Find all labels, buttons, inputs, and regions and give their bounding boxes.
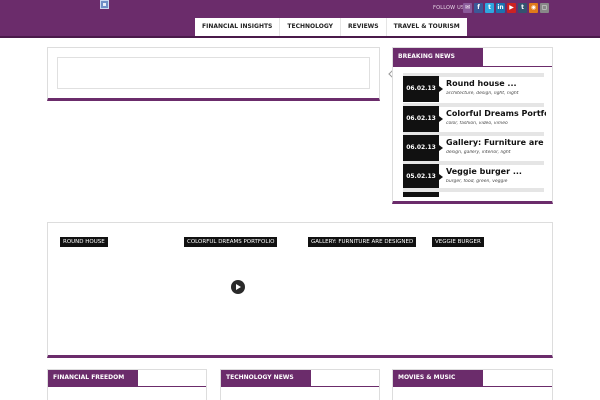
breaking-news-title: BREAKING NEWS	[393, 48, 483, 66]
news-headline[interactable]: Veggie burger ...	[446, 167, 546, 176]
gallery-label-furniture[interactable]: GALLERY: FURNITURE ARE DESIGNED	[308, 237, 417, 247]
play-icon[interactable]	[231, 280, 245, 294]
news-tags[interactable]: architecture, design, light, night	[446, 91, 546, 96]
logo-icon[interactable]	[100, 0, 109, 9]
category-title-underline	[393, 386, 552, 387]
news-tags[interactable]: design, gallery, interior, light	[446, 150, 546, 155]
twitter-icon[interactable]: t	[485, 3, 494, 13]
main-nav: FINANCIAL INSIGHTS TECHNOLOGY REVIEWS TR…	[195, 18, 467, 36]
news-date: 06.02.13	[403, 106, 443, 132]
news-headline[interactable]: Colorful Dreams Portfo	[446, 109, 546, 118]
news-tags[interactable]: burger, food, green, veggie	[446, 179, 546, 184]
featured-gallery: ROUND HOUSE COLORFUL DREAMS PORTFOLIO GA…	[47, 222, 553, 358]
featured-slider	[47, 47, 420, 101]
news-item[interactable]: 06.02.13 Gallery: Furniture are design, …	[403, 132, 546, 161]
category-movies-music: MOVIES & MUSIC	[392, 369, 553, 400]
mail-icon[interactable]: ✉	[463, 3, 472, 13]
news-date: 06.02.13	[403, 135, 443, 161]
rss-icon[interactable]: ◉	[529, 3, 538, 13]
tumblr-icon[interactable]: t	[518, 3, 527, 13]
nav-item-travel-tourism[interactable]: TRAVEL & TOURISM	[387, 18, 467, 36]
news-item[interactable]: 06.02.13 Colorful Dreams Portfo color, f…	[403, 103, 546, 132]
facebook-icon[interactable]: f	[474, 3, 483, 13]
news-headline[interactable]: Gallery: Furniture are	[446, 138, 546, 147]
widget-title-underline	[393, 66, 552, 67]
category-title-underline	[48, 386, 206, 387]
category-title: MOVIES & MUSIC	[393, 370, 483, 386]
news-tags[interactable]: color, fashion, video, vimeo	[446, 121, 546, 126]
news-headline[interactable]: Round house ...	[446, 79, 546, 88]
category-technology-news: TECHNOLOGY NEWS	[220, 369, 380, 400]
slider-frame	[57, 57, 420, 89]
site-header: FOLLOW US ✉ f t in ▶ t ◉ ▢ FINANCIAL INS…	[0, 0, 600, 36]
category-financial-freedom: FINANCIAL FREEDOM	[47, 369, 207, 400]
news-item[interactable]: 05.02.13 Veggie burger ... burger, food,…	[403, 161, 546, 190]
news-date: 05.02.13	[403, 164, 443, 190]
news-item[interactable]: 06.02.13 Round house ... architecture, d…	[403, 73, 546, 102]
category-title: FINANCIAL FREEDOM	[48, 370, 138, 386]
gallery-label-colorful-dreams[interactable]: COLORFUL DREAMS PORTFOLIO	[184, 237, 278, 247]
share-icon[interactable]: ▢	[540, 3, 549, 13]
gallery-label-round-house[interactable]: ROUND HOUSE	[60, 237, 108, 247]
linkedin-icon[interactable]: in	[496, 3, 505, 13]
news-date-partial	[403, 192, 439, 197]
news-date: 06.02.13	[403, 76, 443, 102]
header-divider	[0, 36, 600, 38]
nav-item-technology[interactable]: TECHNOLOGY	[280, 18, 341, 36]
follow-us-label: FOLLOW US	[433, 5, 465, 11]
category-title-underline	[221, 386, 379, 387]
youtube-icon[interactable]: ▶	[507, 3, 516, 13]
nav-item-financial-insights[interactable]: FINANCIAL INSIGHTS	[195, 18, 281, 36]
gallery-label-veggie-burger[interactable]: VEGGIE BURGER	[432, 237, 484, 247]
nav-item-reviews[interactable]: REVIEWS	[341, 18, 387, 36]
breaking-news-widget: BREAKING NEWS 06.02.13 Round house ... a…	[392, 47, 553, 204]
category-title: TECHNOLOGY NEWS	[221, 370, 311, 386]
